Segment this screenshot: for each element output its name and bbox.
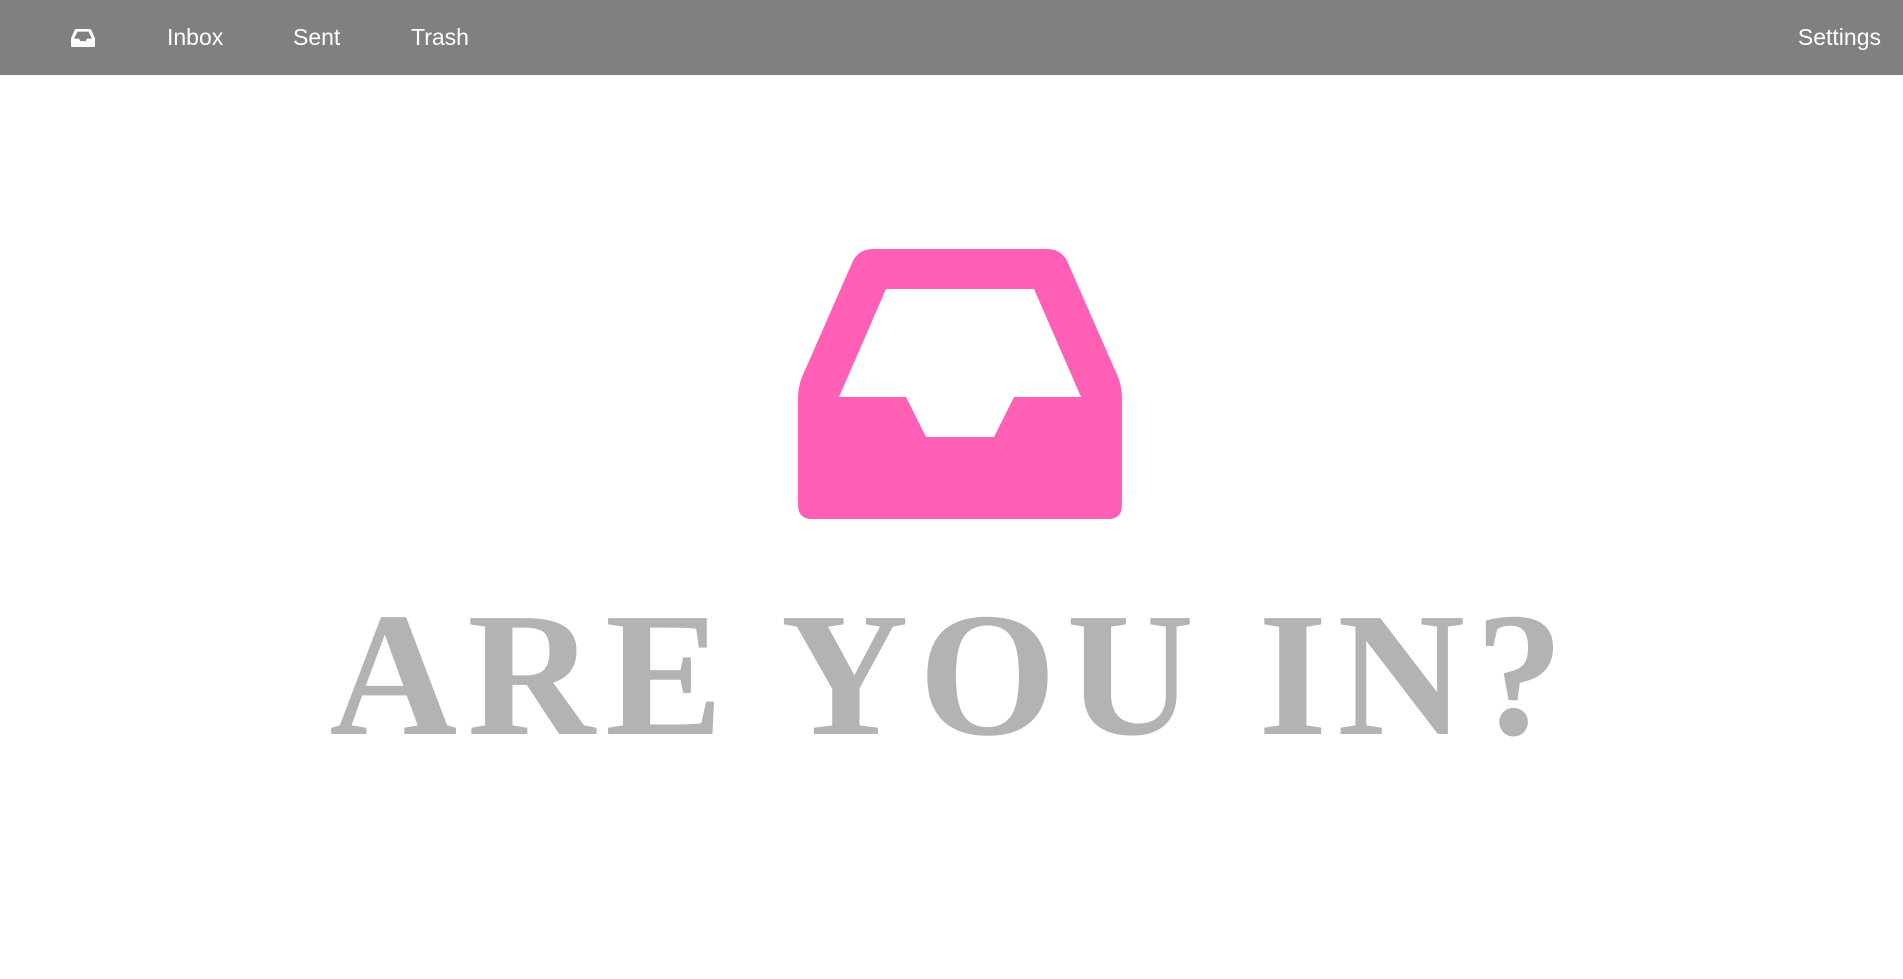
inbox-logo-icon[interactable] bbox=[71, 29, 95, 47]
nav-link-sent[interactable]: Sent bbox=[293, 0, 340, 75]
nav-link-trash[interactable]: Trash bbox=[411, 0, 469, 75]
nav-link-inbox[interactable]: Inbox bbox=[167, 0, 223, 75]
inbox-tray-icon bbox=[798, 249, 1122, 519]
top-navbar: Inbox Sent Trash Settings bbox=[0, 0, 1903, 75]
hero-title: ARE YOU IN? bbox=[329, 577, 1574, 773]
nav-link-settings[interactable]: Settings bbox=[1798, 0, 1881, 75]
